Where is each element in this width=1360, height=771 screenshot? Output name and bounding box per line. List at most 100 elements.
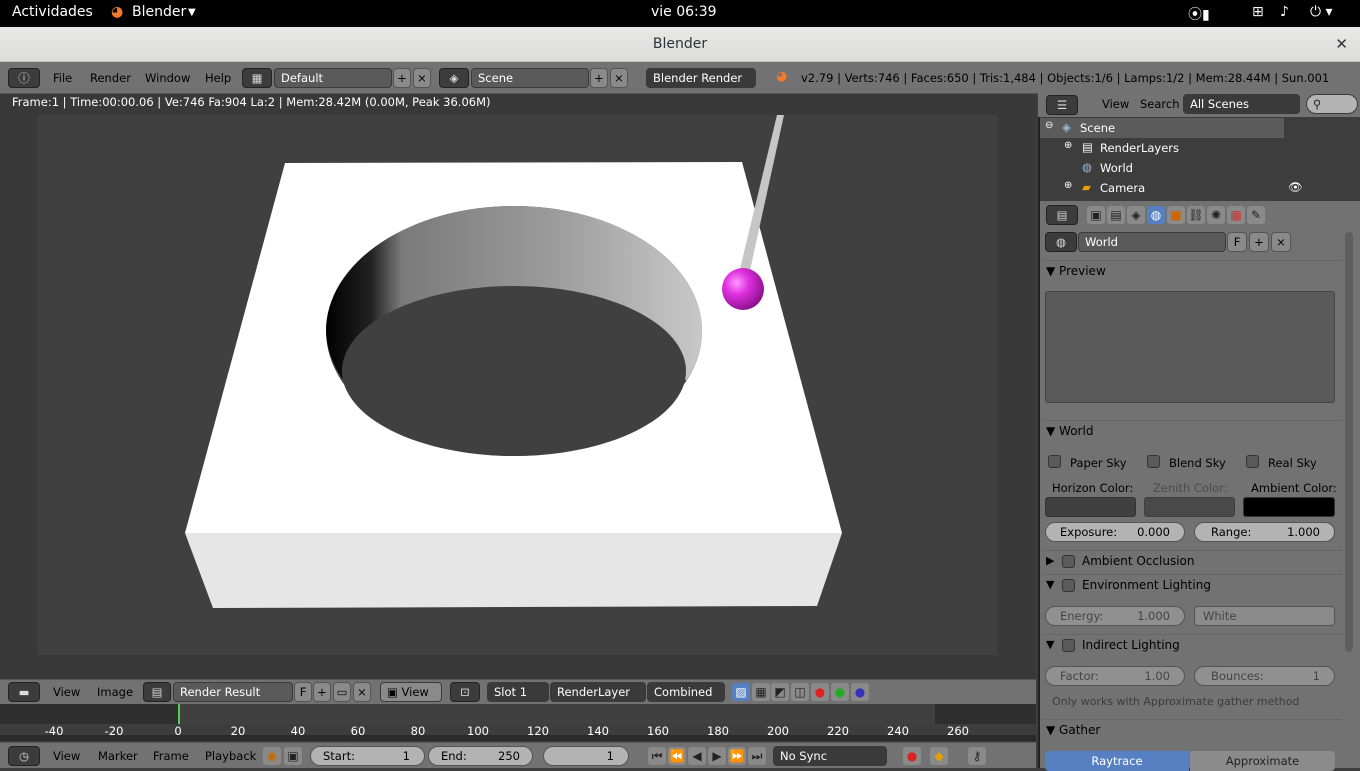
editor-type-button[interactable]: ▬	[8, 682, 40, 702]
editor-type-timeline-button[interactable]: ◷	[8, 746, 40, 766]
green-channel-icon[interactable]: ●	[831, 683, 849, 701]
timeline-view-menu[interactable]: View	[53, 749, 80, 763]
current-frame-field[interactable]: 1	[543, 746, 629, 766]
data-tab-icon[interactable]: ✺	[1207, 206, 1225, 224]
blue-channel-icon[interactable]: ●	[851, 683, 869, 701]
outliner-search-menu[interactable]: Search	[1140, 97, 1180, 111]
object-tab-icon[interactable]: ■	[1167, 206, 1185, 224]
collapse-icon[interactable]: ⊖	[1045, 120, 1053, 131]
world-name-field[interactable]: World	[1078, 232, 1226, 252]
ao-expand-icon[interactable]: ▶	[1046, 554, 1054, 567]
exposure-slider[interactable]: Exposure: 0.000	[1045, 522, 1185, 542]
unlink-world-icon[interactable]: ×	[1271, 232, 1291, 252]
channel-icon[interactable]: ◫	[791, 683, 809, 701]
play-reverse-icon[interactable]: ◀	[688, 747, 706, 765]
expand-icon[interactable]: ⊕	[1064, 140, 1072, 151]
constraints-tab-icon[interactable]: ⛓	[1187, 206, 1205, 224]
add-layout-icon[interactable]: +	[393, 68, 411, 88]
help-menu[interactable]: Help	[205, 71, 231, 85]
view-mode-dropdown[interactable]: ▣ View	[380, 682, 442, 702]
renderlayers-tab-icon[interactable]: ▤	[1107, 206, 1125, 224]
timeline[interactable]	[0, 704, 1036, 742]
paper-sky-checkbox[interactable]	[1048, 455, 1061, 468]
layout-name-field[interactable]: Default	[274, 68, 392, 88]
scene-name-field[interactable]: Scene	[471, 68, 589, 88]
physics-tab-icon[interactable]: ✎	[1247, 206, 1265, 224]
clock[interactable]: vie 06:39	[651, 4, 717, 20]
power-icon[interactable]: ⏻ ▾	[1310, 4, 1333, 20]
record-icon[interactable]: ●	[903, 747, 921, 765]
frame-menu[interactable]: Frame	[153, 749, 189, 763]
scene-selector-button[interactable]: ◈	[439, 68, 469, 88]
render-menu[interactable]: Render	[90, 71, 131, 85]
open-image-icon[interactable]: ▭	[333, 682, 351, 702]
energy-slider[interactable]: Energy: 1.000	[1045, 606, 1185, 626]
editor-type-outliner-button[interactable]: ☰	[1046, 95, 1078, 115]
raytrace-button[interactable]: Raytrace	[1045, 751, 1189, 771]
alpha-display-icon[interactable]: ▨	[732, 683, 750, 701]
keying-tools-icon[interactable]: ⚷	[968, 747, 986, 765]
outliner-search-icon[interactable]: ⚲	[1306, 94, 1358, 114]
slot-dropdown[interactable]: Slot 1	[487, 682, 549, 702]
timeline-scrollbar[interactable]	[0, 735, 1036, 741]
world-panel-header[interactable]: ▼ World	[1046, 424, 1093, 438]
marker-menu[interactable]: Marker	[98, 749, 138, 763]
texture-tab-icon[interactable]: ▦	[1227, 206, 1245, 224]
visibility-eye-icon[interactable]: 👁	[1288, 180, 1303, 194]
env-collapse-icon[interactable]: ▼	[1046, 578, 1054, 591]
world-fake-user-button[interactable]: F	[1227, 232, 1247, 252]
new-world-icon[interactable]: +	[1249, 232, 1269, 252]
z-buffer-icon[interactable]: ◩	[771, 683, 789, 701]
env-lighting-checkbox[interactable]	[1062, 579, 1075, 592]
remove-scene-icon[interactable]: ×	[610, 68, 628, 88]
remove-layout-icon[interactable]: ×	[413, 68, 431, 88]
bounces-slider[interactable]: Bounces: 1	[1194, 666, 1335, 686]
outliner-view-menu[interactable]: View	[1102, 97, 1129, 111]
add-scene-icon[interactable]: +	[590, 68, 608, 88]
horizon-color-swatch[interactable]	[1045, 497, 1136, 517]
display-mode-dropdown[interactable]: All Scenes	[1183, 94, 1300, 114]
volume-icon[interactable]: ♪	[1280, 4, 1289, 20]
image-menu[interactable]: Image	[97, 685, 133, 699]
jump-end-icon[interactable]: ⏭	[748, 747, 766, 765]
indirect-panel-title[interactable]: Indirect Lighting	[1082, 638, 1180, 652]
jump-keyframe-back-icon[interactable]: ⏪	[668, 747, 686, 765]
render-layer-dropdown[interactable]: RenderLayer	[550, 682, 646, 702]
view-menu[interactable]: View	[53, 685, 80, 699]
outliner-item-renderlayers[interactable]: ⊕ ▤ RenderLayers	[1040, 138, 1284, 158]
network-icon[interactable]: ⊞	[1252, 4, 1264, 20]
pivot-button[interactable]: ⊡	[450, 682, 480, 702]
window-menu[interactable]: Window	[145, 71, 190, 85]
activities-button[interactable]: Actividades	[12, 4, 93, 20]
env-panel-title[interactable]: Environment Lighting	[1082, 578, 1211, 592]
factor-slider[interactable]: Factor: 1.00	[1045, 666, 1185, 686]
ao-checkbox[interactable]	[1062, 555, 1075, 568]
real-sky-checkbox[interactable]	[1246, 455, 1259, 468]
editor-type-info-button[interactable]: ⓘ	[8, 68, 40, 88]
playback-menu[interactable]: Playback	[205, 749, 256, 763]
sync-dropdown[interactable]: No Sync	[773, 746, 887, 766]
jump-start-icon[interactable]: ⏮	[648, 747, 666, 765]
close-window-icon[interactable]: ✕	[1335, 35, 1348, 53]
zenith-color-swatch[interactable]	[1144, 497, 1235, 517]
blend-sky-checkbox[interactable]	[1147, 455, 1160, 468]
render-tab-icon[interactable]: ▣	[1087, 206, 1105, 224]
outliner-item-scene[interactable]: ⊖ ◈ Scene	[1040, 118, 1284, 138]
jump-keyframe-forward-icon[interactable]: ⏩	[728, 747, 746, 765]
world-browse-button[interactable]: ◍	[1045, 232, 1077, 252]
start-frame-field[interactable]: Start: 1	[310, 746, 425, 766]
scene-tab-icon[interactable]: ◈	[1127, 206, 1145, 224]
image-browse-button[interactable]: ▤	[143, 682, 171, 702]
end-frame-field[interactable]: End: 250	[428, 746, 533, 766]
editor-type-properties-button[interactable]: ▤	[1046, 205, 1078, 225]
chevron-down-icon[interactable]: ▼	[188, 7, 196, 18]
app-menu[interactable]: Blender	[132, 4, 186, 20]
env-color-dropdown[interactable]: White	[1194, 606, 1335, 626]
ambient-color-swatch[interactable]	[1243, 497, 1335, 517]
file-menu[interactable]: File	[53, 71, 72, 85]
lock-icon[interactable]: ▣	[284, 747, 302, 765]
outliner-item-camera[interactable]: ⊕ ▰ Camera 👁	[1040, 178, 1303, 198]
gather-panel-header[interactable]: ▼ Gather	[1046, 723, 1100, 737]
new-image-icon[interactable]: +	[313, 682, 331, 702]
keyframe-icon[interactable]: ◉	[263, 747, 281, 765]
